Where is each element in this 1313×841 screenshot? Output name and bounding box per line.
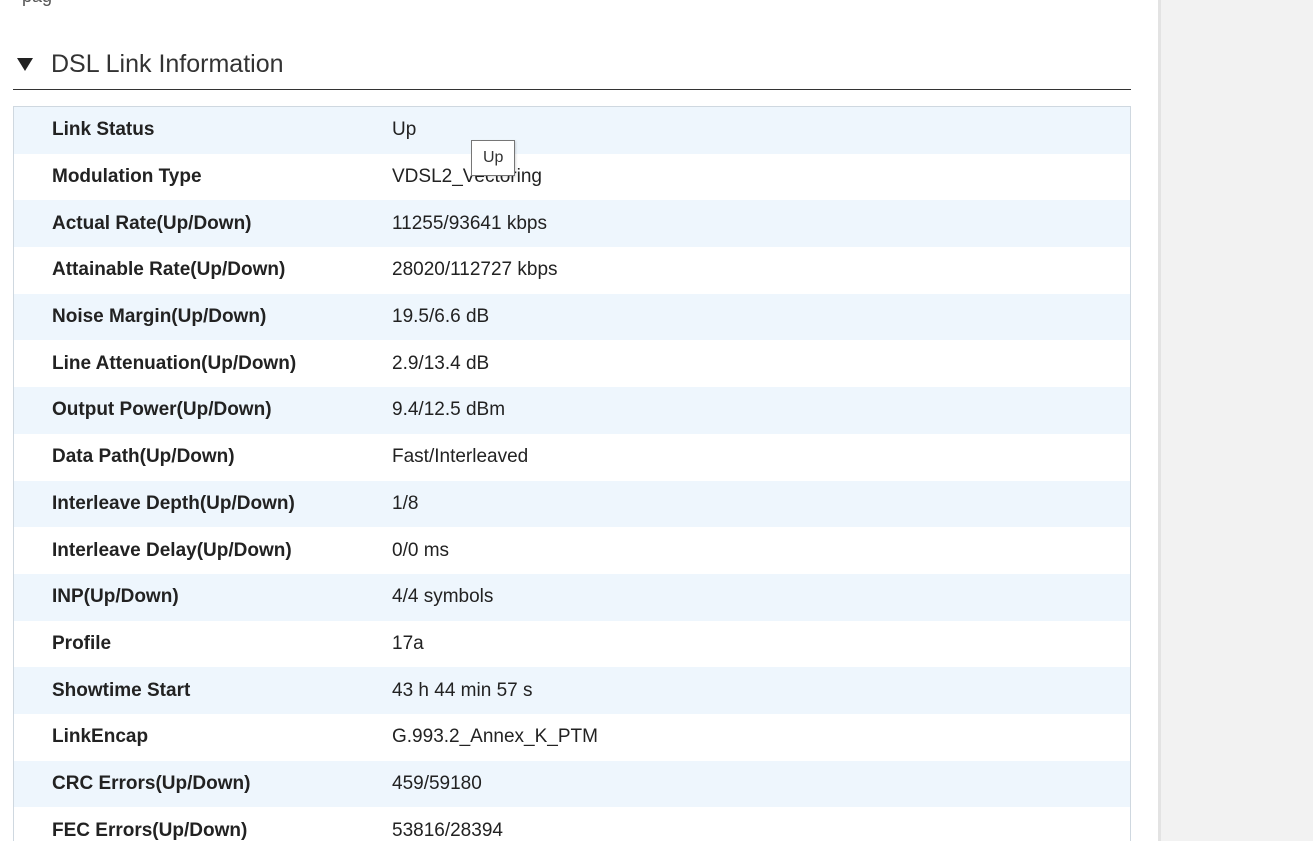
row-value: Fast/Interleaved [392, 446, 529, 468]
table-row: INP(Up/Down) 4/4 symbols [14, 573, 1130, 621]
row-label: CRC Errors(Up/Down) [52, 772, 251, 794]
row-label: INP(Up/Down) [52, 586, 179, 608]
table-row: Attainable Rate(Up/Down) 28020/112727 kb… [14, 247, 1130, 294]
row-value: 28020/112727 kbps [392, 259, 558, 281]
row-value: 0/0 ms [392, 539, 450, 561]
table-row: LinkEncap G.993.2_Annex_K_PTM [14, 713, 1130, 761]
row-value: G.993.2_Annex_K_PTM [392, 726, 598, 748]
row-label: Noise Margin(Up/Down) [52, 306, 267, 328]
table-row: CRC Errors(Up/Down) 459/59180 [14, 760, 1130, 808]
main-content: pag DSL Link Information Link Status Up … [0, 0, 1158, 841]
row-label: Data Path(Up/Down) [52, 446, 235, 468]
row-label: Output Power(Up/Down) [52, 399, 272, 421]
table-row: Line Attenuation(Up/Down) 2.9/13.4 dB [14, 340, 1130, 388]
table-row: Modulation Type VDSL2_Vectoring [14, 153, 1130, 201]
table-row: Link Status Up [14, 107, 1130, 154]
row-label: Link Status [52, 119, 155, 141]
table-row: Showtime Start 43 h 44 min 57 s [14, 667, 1130, 714]
row-label: Interleave Depth(Up/Down) [52, 492, 295, 514]
row-value: 17a [392, 632, 424, 654]
hover-tooltip: Up [471, 140, 516, 176]
row-value: 43 h 44 min 57 s [392, 679, 533, 701]
table-row: Interleave Delay(Up/Down) 0/0 ms [14, 527, 1130, 574]
row-label: Attainable Rate(Up/Down) [52, 259, 286, 281]
previous-section-text: pag [22, 0, 52, 7]
dsl-link-section-header[interactable]: DSL Link Information [13, 40, 1131, 90]
row-value: 9.4/12.5 dBm [392, 399, 506, 421]
row-value: 53816/28394 [392, 819, 503, 841]
row-value: VDSL2_Vectoring [392, 166, 542, 188]
right-side-panel [1158, 0, 1313, 841]
table-row: Data Path(Up/Down) Fast/Interleaved [14, 433, 1130, 481]
row-value: 459/59180 [392, 772, 482, 794]
row-label: Line Attenuation(Up/Down) [52, 352, 297, 374]
row-label: Interleave Delay(Up/Down) [52, 539, 292, 561]
table-row: Output Power(Up/Down) 9.4/12.5 dBm [14, 387, 1130, 434]
row-value: Up [392, 119, 417, 141]
row-label: Modulation Type [52, 166, 202, 188]
table-row: Noise Margin(Up/Down) 19.5/6.6 dB [14, 293, 1130, 341]
table-row: Actual Rate(Up/Down) 11255/93641 kbps [14, 200, 1130, 248]
row-value: 11255/93641 kbps [392, 212, 547, 234]
row-label: LinkEncap [52, 726, 149, 748]
row-label: Actual Rate(Up/Down) [52, 212, 252, 234]
table-row: Profile 17a [14, 620, 1130, 668]
row-label: Showtime Start [52, 679, 191, 701]
row-label: Profile [52, 632, 112, 654]
collapse-triangle-icon[interactable] [17, 58, 33, 71]
row-value: 4/4 symbols [392, 586, 494, 608]
dsl-info-table: Link Status Up Modulation Type VDSL2_Vec… [13, 106, 1131, 841]
row-value: 2.9/13.4 dB [392, 352, 490, 374]
row-label: FEC Errors(Up/Down) [52, 819, 248, 841]
table-row: Interleave Depth(Up/Down) 1/8 [14, 480, 1130, 528]
table-row: FEC Errors(Up/Down) 53816/28394 [14, 807, 1130, 841]
row-value: 19.5/6.6 dB [392, 306, 490, 328]
section-title: DSL Link Information [51, 50, 284, 78]
row-value: 1/8 [392, 492, 419, 514]
page: pag DSL Link Information Link Status Up … [0, 0, 1313, 841]
